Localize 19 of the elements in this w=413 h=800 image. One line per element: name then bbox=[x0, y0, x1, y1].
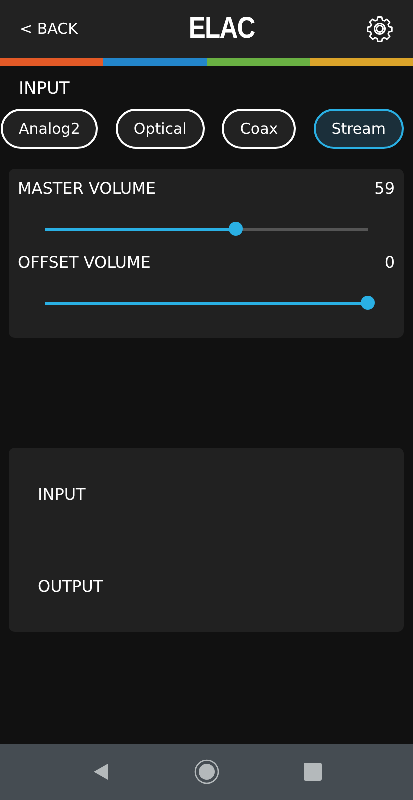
slider-thumb[interactable] bbox=[361, 296, 375, 310]
section-label: INPUT bbox=[18, 78, 71, 99]
volume-label: OFFSET VOLUME bbox=[18, 253, 151, 272]
volume-value: 0 bbox=[384, 253, 395, 272]
routing-label: OUTPUT bbox=[38, 576, 104, 596]
input-tab[interactable]: Analog2 bbox=[1, 109, 98, 149]
routing-label: INPUT bbox=[38, 484, 86, 504]
input-tab[interactable]: Coax bbox=[222, 109, 296, 149]
home-icon[interactable] bbox=[194, 759, 220, 785]
input-tab[interactable]: Stream bbox=[314, 109, 404, 149]
volume-value: 59 bbox=[374, 179, 395, 198]
back-icon[interactable] bbox=[92, 763, 110, 781]
settings-icon[interactable] bbox=[364, 14, 395, 44]
logo: ELAC bbox=[188, 12, 254, 46]
slider-thumb[interactable] bbox=[228, 222, 243, 236]
back-button[interactable]: < BACK bbox=[20, 20, 78, 38]
volume-label: MASTER VOLUME bbox=[18, 179, 156, 198]
recents-icon[interactable] bbox=[304, 763, 322, 781]
input-tab[interactable]: Optical bbox=[116, 109, 205, 149]
